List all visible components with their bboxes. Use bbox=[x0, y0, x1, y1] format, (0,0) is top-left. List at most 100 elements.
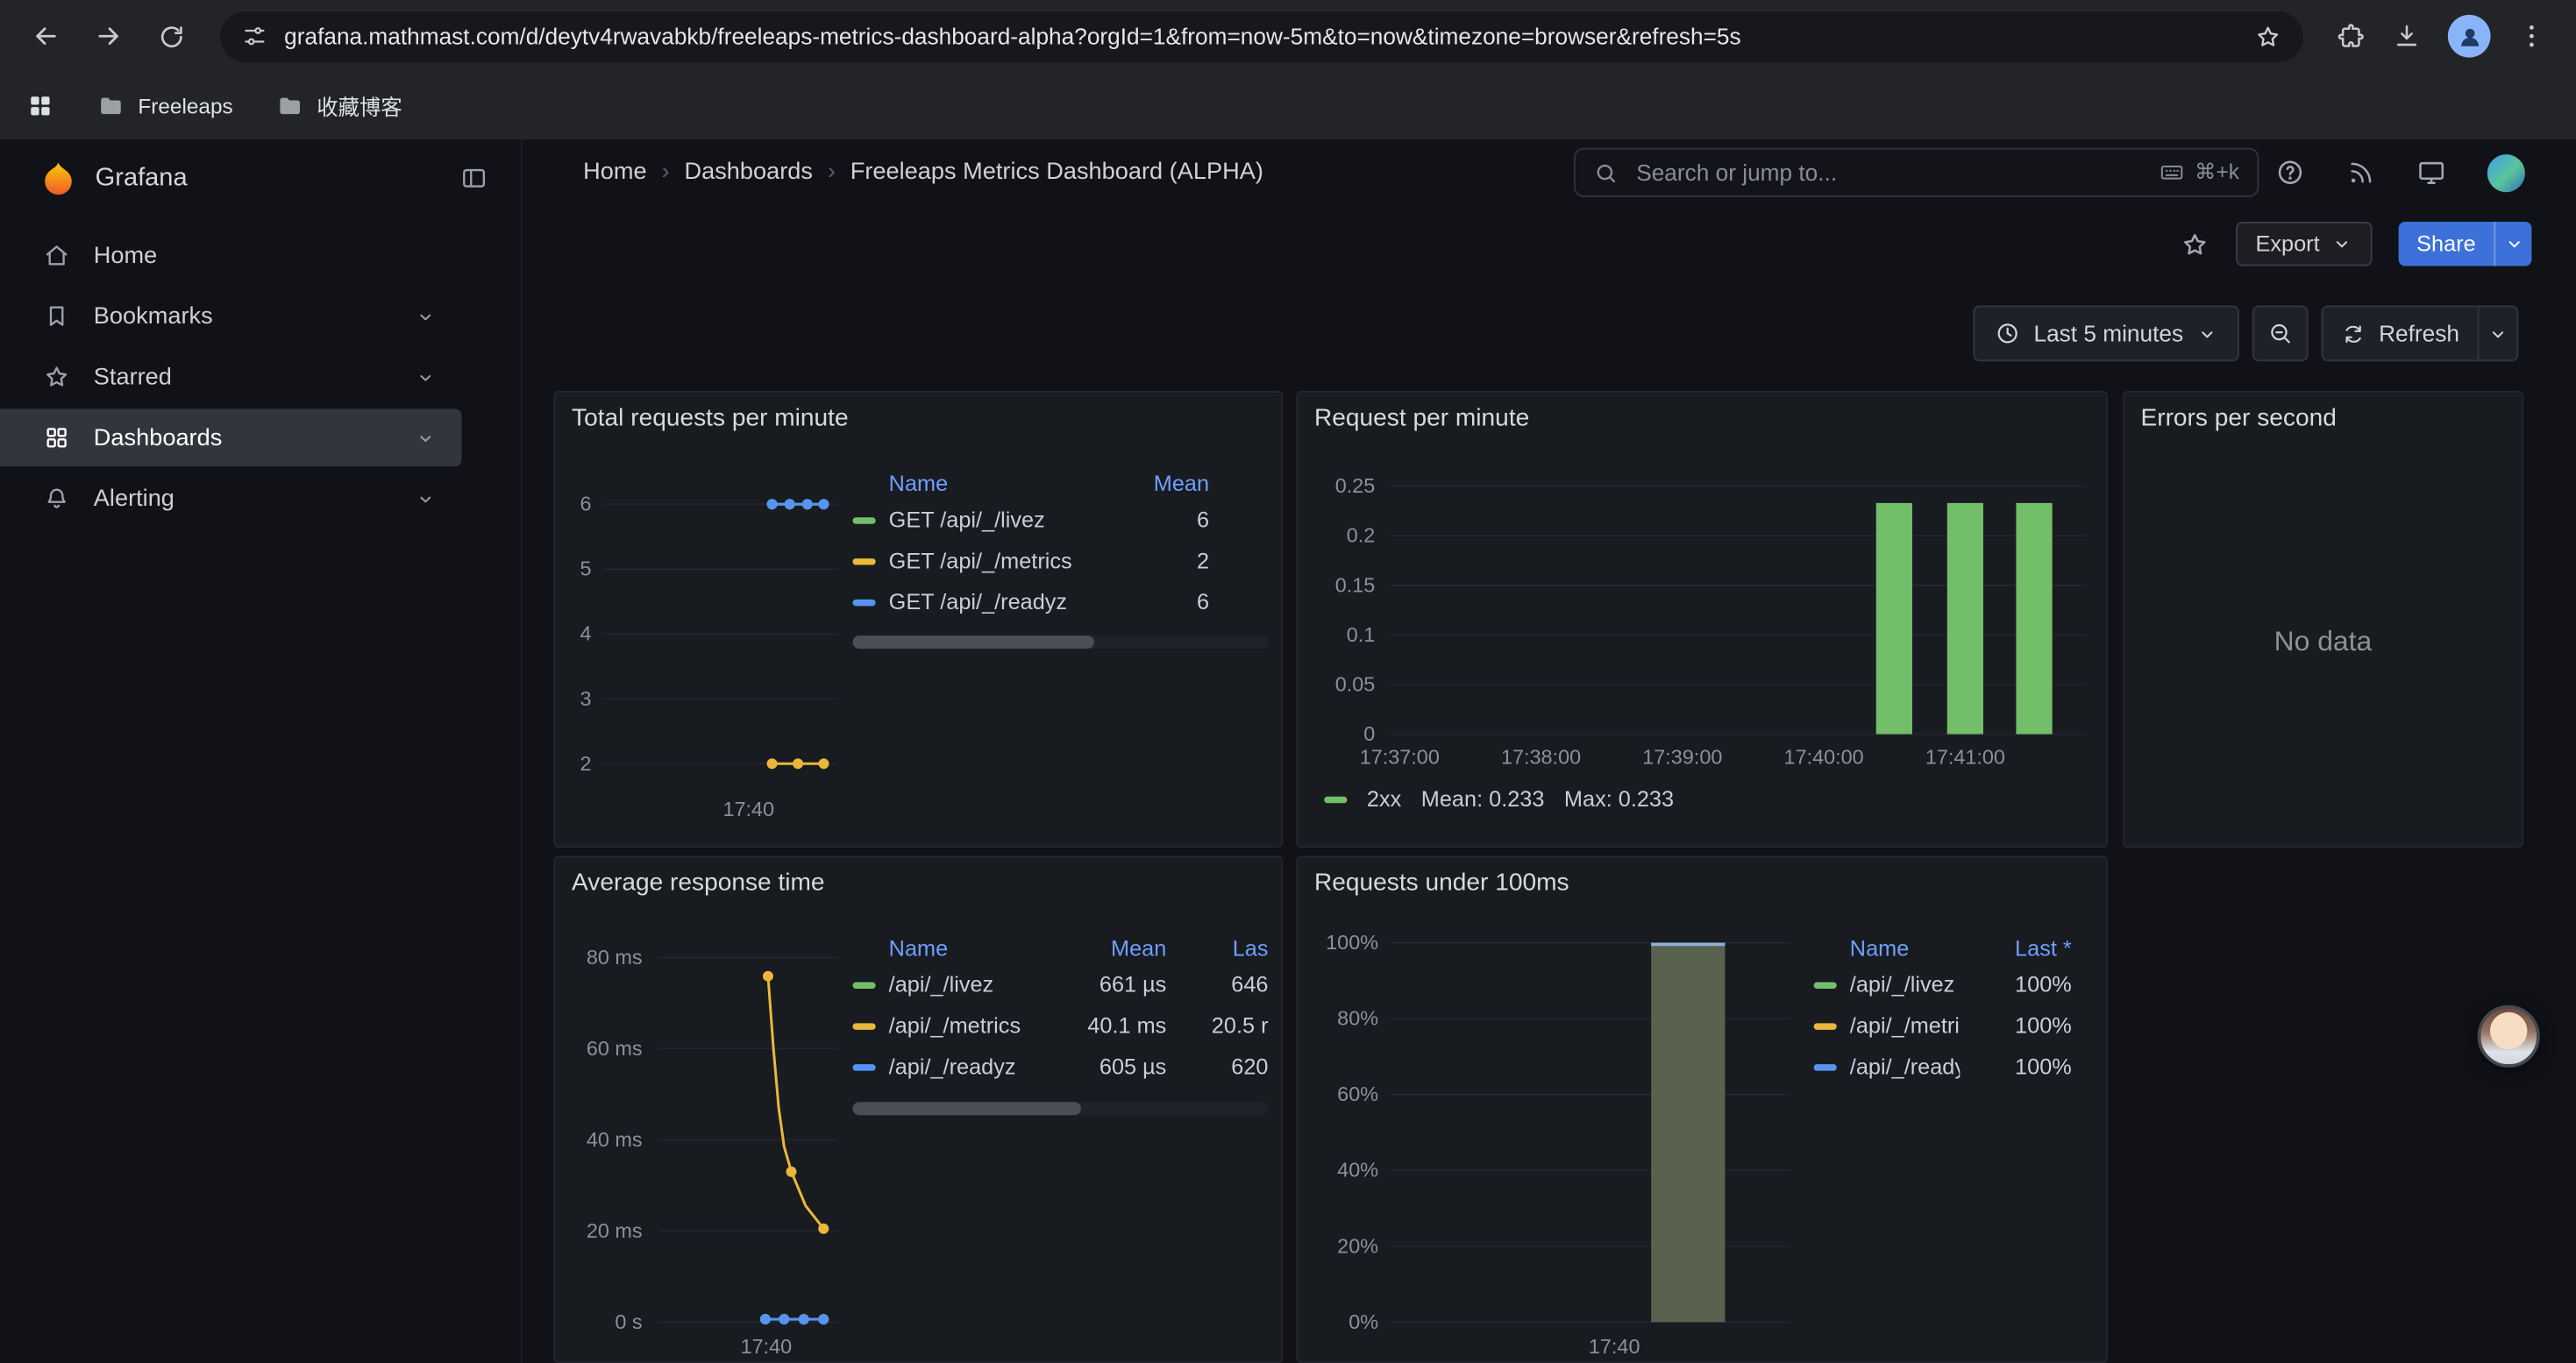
chevron-down-icon[interactable] bbox=[414, 305, 437, 328]
scrollbar-thumb[interactable] bbox=[852, 635, 1093, 649]
export-label: Export bbox=[2256, 231, 2320, 256]
refresh-main[interactable]: Refresh bbox=[2323, 307, 2477, 359]
floating-assistant-avatar[interactable] bbox=[2478, 1005, 2540, 1068]
search-box[interactable]: ⌘+k bbox=[1574, 148, 2259, 197]
apps-grid-icon[interactable] bbox=[26, 92, 54, 120]
svg-text:4: 4 bbox=[580, 622, 592, 645]
folder-icon bbox=[275, 92, 303, 120]
breadcrumb-item[interactable]: Home bbox=[583, 160, 646, 186]
svg-text:40%: 40% bbox=[1337, 1159, 1378, 1182]
back-icon[interactable] bbox=[19, 10, 72, 62]
favorite-star-icon[interactable] bbox=[2180, 229, 2210, 259]
legend-header: Name Mean Las bbox=[852, 931, 1268, 963]
legend-header: Name Mean bbox=[852, 466, 1209, 499]
legend-row[interactable]: /api/_/metrics100% bbox=[1814, 1005, 2072, 1047]
panel-title[interactable]: Total requests per minute bbox=[572, 404, 849, 432]
legend-col-name[interactable]: Name bbox=[852, 935, 1044, 960]
zoom-out-icon bbox=[2267, 320, 2294, 346]
chevron-down-icon[interactable] bbox=[414, 366, 437, 388]
no-data-label: No data bbox=[2124, 626, 2522, 658]
panel-title[interactable]: Errors per second bbox=[2140, 404, 2336, 432]
scrollbar-thumb[interactable] bbox=[852, 1102, 1081, 1115]
panel-body: 100%80%60%40%20%0%17:40NameLast */api/_/… bbox=[1298, 857, 2106, 1361]
panel-requests-per-minute: Request per minute 0.250.20.150.10.05017… bbox=[1296, 391, 2108, 848]
legend-scrollbar[interactable] bbox=[852, 1102, 1268, 1115]
grafana-logo[interactable] bbox=[39, 160, 77, 197]
legend-row[interactable]: /api/_/livez100% bbox=[1814, 964, 2072, 1005]
export-button[interactable]: Export bbox=[2236, 222, 2373, 266]
time-range-label: Last 5 minutes bbox=[2033, 320, 2183, 346]
sidebar-collapse-icon[interactable] bbox=[460, 164, 488, 192]
rss-icon[interactable] bbox=[2346, 158, 2376, 188]
sidebar-header: Grafana bbox=[0, 139, 521, 207]
reload-icon[interactable] bbox=[145, 10, 197, 62]
sidebar-item-home[interactable]: Home bbox=[0, 227, 462, 285]
legend-col-mean[interactable]: Mean bbox=[1104, 471, 1209, 495]
browser-menu-icon[interactable] bbox=[2517, 21, 2547, 51]
svg-text:20%: 20% bbox=[1337, 1234, 1378, 1257]
refresh-label: Refresh bbox=[2379, 320, 2459, 346]
legend-row[interactable]: GET /api/_/livez6 bbox=[852, 500, 1209, 541]
breadcrumb-item[interactable]: Dashboards bbox=[684, 160, 813, 186]
panel-title[interactable]: Requests under 100ms bbox=[1314, 869, 1569, 897]
legend-col-las[interactable]: Las bbox=[1179, 935, 1268, 960]
header-icons bbox=[2275, 139, 2525, 205]
share-label[interactable]: Share bbox=[2399, 222, 2494, 266]
download-icon[interactable] bbox=[2392, 21, 2422, 51]
refresh-interval-chevron-icon[interactable] bbox=[2478, 307, 2517, 359]
sidebar-item-starred[interactable]: Starred bbox=[0, 348, 462, 406]
browser-profile-avatar[interactable] bbox=[2448, 15, 2491, 58]
series-color-swatch bbox=[1324, 796, 1347, 802]
requests-per-minute-chart[interactable]: 0.250.20.150.10.05017:37:0017:38:0017:39… bbox=[1298, 393, 2110, 849]
sidebar-item-alerting[interactable]: Alerting bbox=[0, 470, 462, 528]
svg-text:0.15: 0.15 bbox=[1335, 573, 1376, 596]
home-icon bbox=[43, 241, 71, 269]
time-range-picker[interactable]: Last 5 minutes bbox=[1973, 306, 2239, 362]
refresh-button[interactable]: Refresh bbox=[2322, 306, 2519, 362]
legend-scrollbar[interactable] bbox=[852, 635, 1268, 649]
sidebar-item-dashboards[interactable]: Dashboards bbox=[0, 409, 462, 467]
bookmark-folder-blogs[interactable]: 收藏博客 bbox=[275, 90, 402, 122]
url-text[interactable]: grafana.mathmast.com/d/deytv4rwavabkb/fr… bbox=[284, 23, 2238, 49]
zoom-out-button[interactable] bbox=[2252, 306, 2309, 362]
legend-row[interactable]: /api/_/readyz100% bbox=[1814, 1047, 2072, 1088]
svg-text:6: 6 bbox=[580, 493, 592, 515]
share-menu-chevron-icon[interactable] bbox=[2494, 222, 2531, 266]
svg-text:17:40:00: 17:40:00 bbox=[1784, 745, 1864, 768]
chevron-down-icon[interactable] bbox=[414, 426, 437, 449]
panel-title[interactable]: Average response time bbox=[572, 869, 825, 897]
svg-text:0%: 0% bbox=[1348, 1310, 1378, 1333]
legend-table: Name Last * /api/_/livez100%/api/_/metrics… bbox=[1814, 931, 2072, 1087]
bookmark-folder-freeleaps[interactable]: Freeleaps bbox=[97, 92, 233, 120]
monitor-icon[interactable] bbox=[2416, 158, 2446, 188]
extensions-icon[interactable] bbox=[2336, 21, 2366, 51]
legend-inline[interactable]: 2xxMean: 0.233Max: 0.233 bbox=[1324, 787, 1674, 812]
bookmark-label: Freeleaps bbox=[138, 94, 232, 118]
breadcrumb-item[interactable]: Freeleaps Metrics Dashboard (ALPHA) bbox=[850, 160, 1263, 186]
sidebar-nav: HomeBookmarksStarredDashboardsAlerting bbox=[0, 227, 521, 531]
forward-icon[interactable] bbox=[82, 10, 135, 62]
share-button[interactable]: Share bbox=[2399, 222, 2532, 266]
url-bar[interactable]: grafana.mathmast.com/d/deytv4rwavabkb/fr… bbox=[220, 11, 2303, 61]
bookmark-star-icon[interactable] bbox=[2254, 22, 2282, 50]
site-settings-icon[interactable] bbox=[241, 23, 267, 49]
legend-row[interactable]: /api/_/livez661 µs646 bbox=[852, 964, 1268, 1005]
legend-row[interactable]: GET /api/_/readyz6 bbox=[852, 581, 1209, 622]
legend-col-name[interactable]: Name bbox=[852, 471, 1091, 495]
legend-col-mean[interactable]: Mean bbox=[1058, 935, 1167, 960]
legend-row[interactable]: /api/_/readyz605 µs620 bbox=[852, 1047, 1268, 1088]
legend-row[interactable]: /api/_/metrics40.1 ms20.5 r bbox=[852, 1005, 1268, 1047]
panel-title[interactable]: Request per minute bbox=[1314, 404, 1529, 432]
svg-text:0.1: 0.1 bbox=[1347, 623, 1376, 646]
svg-text:3: 3 bbox=[580, 687, 592, 710]
legend-row[interactable]: GET /api/_/metrics2 bbox=[852, 540, 1209, 581]
main-area: Home›Dashboards›Freeleaps Metrics Dashbo… bbox=[523, 139, 2576, 1363]
help-icon[interactable] bbox=[2275, 158, 2305, 188]
sidebar-item-bookmarks[interactable]: Bookmarks bbox=[0, 288, 462, 345]
legend-col-name[interactable]: Name bbox=[1814, 935, 1960, 960]
dashboard-toolbar: Export Share bbox=[2180, 222, 2531, 266]
search-input[interactable] bbox=[1633, 158, 2144, 188]
user-avatar[interactable] bbox=[2487, 153, 2525, 191]
legend-col-last[interactable]: Last * bbox=[1973, 935, 2071, 960]
chevron-down-icon[interactable] bbox=[414, 487, 437, 510]
